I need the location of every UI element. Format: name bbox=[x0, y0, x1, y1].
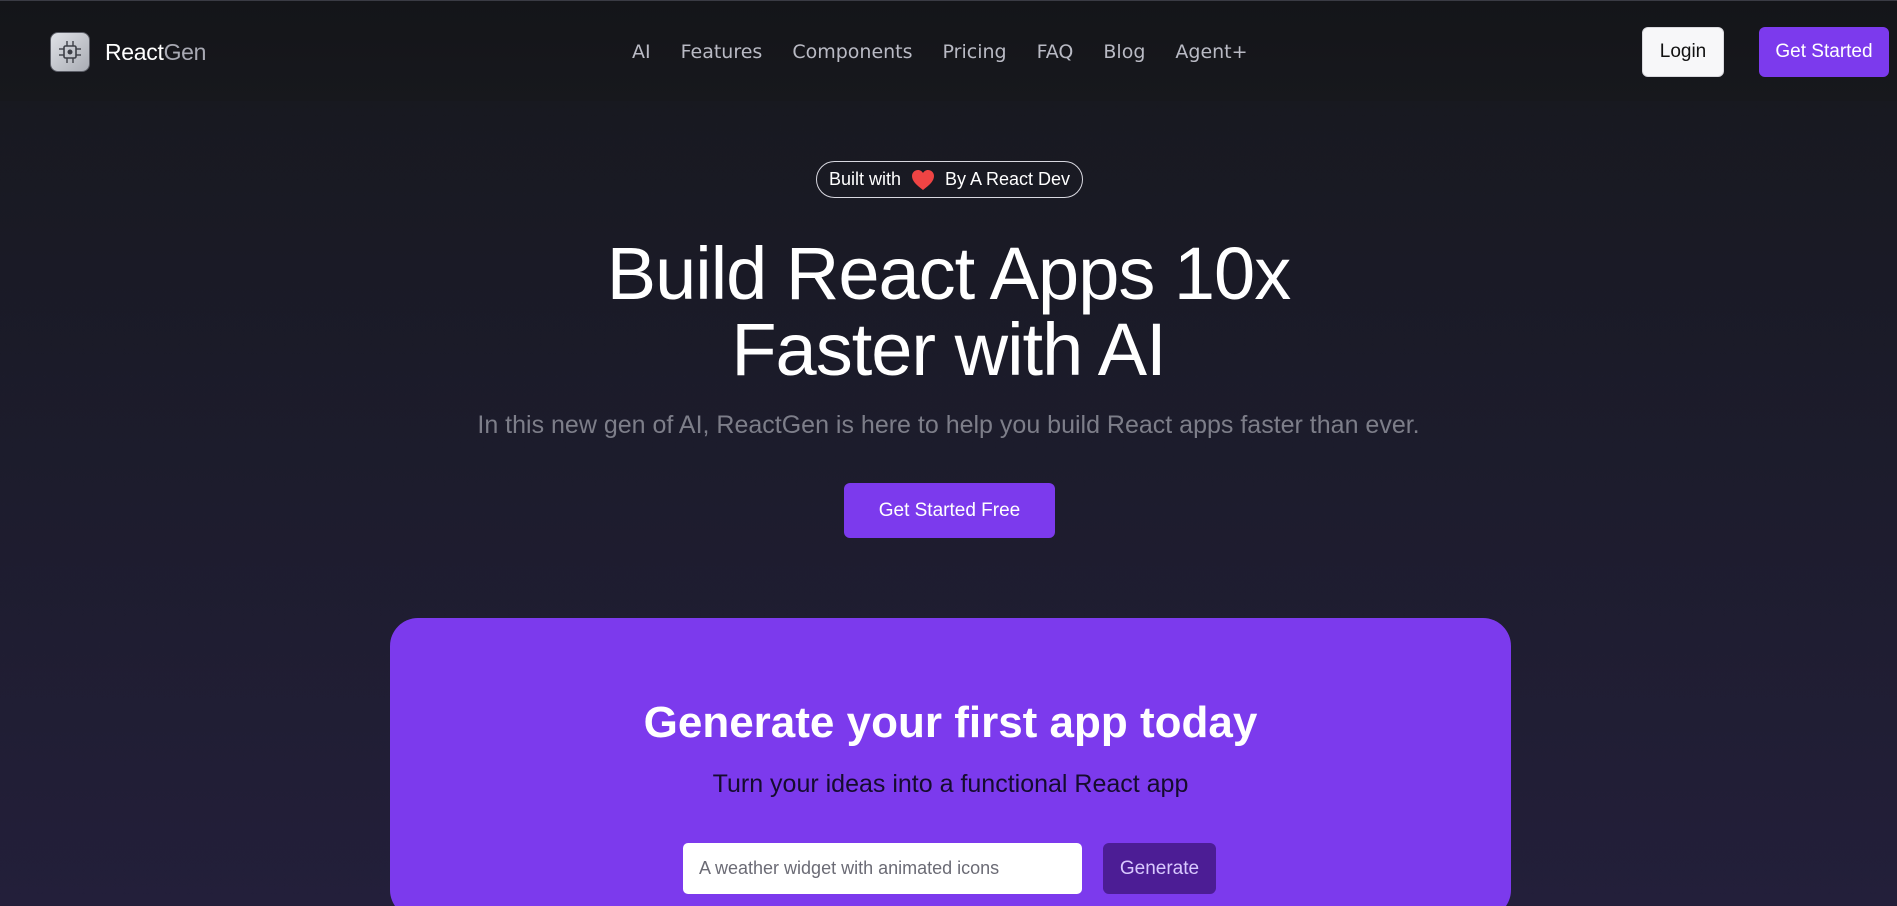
generator-card: Generate your first app today Turn your … bbox=[390, 618, 1511, 906]
brand-name-gen: Gen bbox=[163, 38, 207, 65]
hero-title-line1: Build React Apps 10x bbox=[606, 232, 1291, 315]
nav-link-blog[interactable]: Blog bbox=[1103, 41, 1145, 63]
generate-button[interactable]: Generate bbox=[1103, 843, 1216, 894]
generator-subtitle: Turn your ideas into a functional React … bbox=[712, 770, 1189, 798]
get-started-button[interactable]: Get Started bbox=[1759, 27, 1889, 77]
chip-icon bbox=[50, 32, 90, 72]
brand-logo[interactable]: ReactGen bbox=[50, 32, 206, 72]
hero-title-line2: Faster with AI bbox=[731, 308, 1166, 391]
badge-prefix: Built with bbox=[828, 169, 901, 189]
hero-subtitle: In this new gen of AI, ReactGen is here … bbox=[477, 411, 1420, 439]
heart-icon bbox=[911, 169, 934, 190]
generator-title: Generate your first app today bbox=[643, 698, 1258, 747]
hero-title: Build React Apps 10x Faster with AI bbox=[0, 236, 1897, 388]
get-started-free-button[interactable]: Get Started Free bbox=[844, 483, 1055, 538]
nav-link-ai[interactable]: AI bbox=[632, 41, 651, 63]
app-idea-input[interactable] bbox=[683, 843, 1082, 894]
nav-link-faq[interactable]: FAQ bbox=[1037, 41, 1074, 63]
nav-link-features[interactable]: Features bbox=[681, 41, 763, 63]
top-navbar: ReactGen AI Features Components Pricing … bbox=[0, 1, 1897, 101]
nav-links: AI Features Components Pricing FAQ Blog … bbox=[632, 41, 1278, 63]
brand-name: ReactGen bbox=[105, 39, 206, 66]
nav-link-components[interactable]: Components bbox=[792, 41, 912, 63]
brand-name-react: React bbox=[105, 38, 164, 65]
badge-suffix: By A React Dev bbox=[944, 169, 1071, 189]
nav-link-pricing[interactable]: Pricing bbox=[943, 41, 1007, 63]
built-with-badge: Built with By A React Dev bbox=[816, 161, 1083, 198]
nav-link-agent-plus[interactable]: Agent+ bbox=[1175, 41, 1247, 63]
login-button[interactable]: Login bbox=[1642, 27, 1724, 77]
